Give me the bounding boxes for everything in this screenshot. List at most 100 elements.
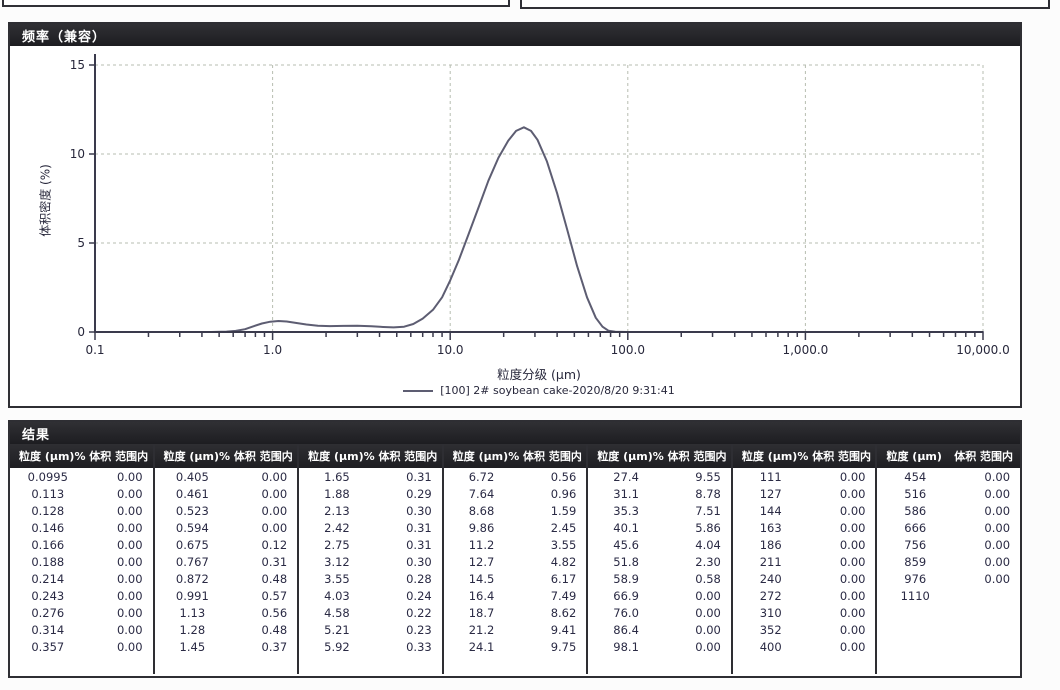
table-row: 4.030.24 [299,587,442,604]
size-cell: 0.243 [10,589,86,603]
table-row: 0.5230.00 [155,502,298,519]
x-tick-label: 100.0 [611,343,645,357]
x-tick-label: 0.1 [85,343,104,357]
size-cell: 7.64 [444,487,520,501]
column-header-pct: 体积 范围内 [954,448,1020,464]
table-column-group: 粒度 (μm)% 体积 范围内0.09950.000.1130.000.1280… [10,444,155,674]
pct-cell: 0.00 [86,538,153,552]
table-row: 1110 [877,587,1020,604]
table-row: 6660.00 [877,519,1020,536]
pct-cell: 0.00 [808,470,875,484]
size-cell: 0.276 [10,606,86,620]
table-row: 1440.00 [733,502,876,519]
size-cell: 0.594 [155,521,231,535]
size-cell: 24.1 [444,640,520,654]
size-cell: 2.13 [299,504,375,518]
pct-cell: 0.00 [86,606,153,620]
table-row: 1.880.29 [299,485,442,502]
table-row: 2.750.31 [299,536,442,553]
pct-cell: 0.00 [86,640,153,654]
size-cell: 272 [733,589,809,603]
size-cell: 21.2 [444,623,520,637]
pct-cell: 7.49 [519,589,586,603]
size-cell: 45.6 [588,538,664,552]
table-row: 40.15.86 [588,519,731,536]
column-header-pct: % 体积 范围内 [508,448,589,464]
table-row: 12.74.82 [444,553,587,570]
column-header-size: 粒度 (μm) [155,448,219,464]
table-row: 1110.00 [733,468,876,485]
table-row: 0.5940.00 [155,519,298,536]
pct-cell: 0.00 [230,470,297,484]
table-row [877,621,1020,638]
pct-cell: 0.37 [230,640,297,654]
table-row [877,638,1020,655]
table-row: 1270.00 [733,485,876,502]
table-row: 11.23.55 [444,536,587,553]
pct-cell: 7.51 [664,504,731,518]
table-row: 1.280.48 [155,621,298,638]
table-row: 4000.00 [733,638,876,655]
pct-cell: 0.00 [953,504,1020,518]
pct-cell: 8.62 [519,606,586,620]
table-column-group: 粒度 (μm)% 体积 范围内1.650.311.880.292.130.302… [299,444,444,674]
size-cell: 40.1 [588,521,664,535]
pct-cell: 0.00 [230,504,297,518]
table-row: 7560.00 [877,536,1020,553]
pct-cell: 0.00 [808,504,875,518]
pct-cell: 3.55 [519,538,586,552]
table-row: 18.78.62 [444,604,587,621]
table-column-header: 粒度 (μm)% 体积 范围内 [10,444,153,468]
table-row: 0.8720.48 [155,570,298,587]
size-cell: 0.166 [10,538,86,552]
size-cell: 3.12 [299,555,375,569]
table-row: 0.1460.00 [10,519,153,536]
table-row: 0.4610.00 [155,485,298,502]
pct-cell: 6.17 [519,572,586,586]
pct-cell: 0.33 [375,640,442,654]
size-cell: 186 [733,538,809,552]
results-panel-header: 结果 [10,422,1020,444]
table-row: 1.650.31 [299,468,442,485]
pct-cell: 0.29 [375,487,442,501]
table-row: 8590.00 [877,553,1020,570]
table-row: 14.56.17 [444,570,587,587]
size-cell: 66.9 [588,589,664,603]
size-cell: 0.872 [155,572,231,586]
table-row: 4.580.22 [299,604,442,621]
pct-cell: 0.00 [808,606,875,620]
table-column-header: 粒度 (μm)% 体积 范围内 [155,444,298,468]
pct-cell: 9.55 [664,470,731,484]
pct-cell: 0.00 [808,487,875,501]
table-row: 2400.00 [733,570,876,587]
pct-cell: 2.30 [664,555,731,569]
pct-cell: 0.00 [86,572,153,586]
y-axis-label: 体积密度 (%) [37,126,54,276]
size-cell: 1.88 [299,487,375,501]
table-row: 6.720.56 [444,468,587,485]
table-row: 0.1880.00 [10,553,153,570]
pct-cell: 0.31 [230,555,297,569]
table-column-header: 粒度 (μm)体积 范围内 [877,444,1020,468]
column-header-size: 粒度 (μm) [733,448,797,464]
size-cell: 16.4 [444,589,520,603]
table-row: 45.64.04 [588,536,731,553]
table-row: 0.1660.00 [10,536,153,553]
pct-cell: 0.00 [664,623,731,637]
size-cell: 35.3 [588,504,664,518]
size-cell: 0.405 [155,470,231,484]
frequency-chart-panel: 频率（兼容） 0.11.010.0100.01,000.010,000.0051… [8,22,1022,408]
size-cell: 0.461 [155,487,231,501]
size-cell: 0.113 [10,487,86,501]
column-header-pct: % 体积 范围内 [653,448,734,464]
pct-cell: 4.04 [664,538,731,552]
size-cell: 400 [733,640,809,654]
pct-cell: 0.28 [375,572,442,586]
size-cell: 86.4 [588,623,664,637]
table-row: 3.120.30 [299,553,442,570]
column-header-size: 粒度 (μm) [444,448,508,464]
size-cell: 9.86 [444,521,520,535]
pct-cell: 0.00 [86,623,153,637]
pct-cell: 0.00 [86,504,153,518]
x-tick-label: 1.0 [263,343,282,357]
